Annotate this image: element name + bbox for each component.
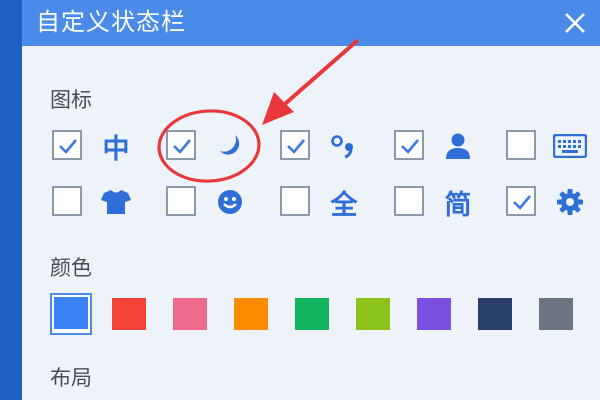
- icon-toggle-punctuation[interactable]: [280, 128, 390, 164]
- keyboard-icon: [550, 128, 590, 164]
- close-icon[interactable]: [560, 8, 590, 38]
- icon-toggle-skin[interactable]: [52, 184, 162, 220]
- icon-toggle-simplified[interactable]: 简: [394, 184, 504, 221]
- color-swatch-pink[interactable]: [173, 298, 207, 330]
- color-swatch-lime[interactable]: [356, 298, 390, 330]
- dialog-title: 自定义状态栏: [36, 8, 186, 36]
- smiley-icon: [210, 184, 250, 220]
- section-label-colors: 颜色: [50, 256, 92, 280]
- icon-toggle-full-width[interactable]: 全: [280, 184, 390, 221]
- chinese-mode-icon: 中: [102, 133, 130, 165]
- icon-toggle-emoji[interactable]: [166, 184, 276, 220]
- icon-toggle-settings[interactable]: [506, 184, 600, 220]
- punctuation-icon: [324, 128, 364, 164]
- user-icon: [438, 128, 478, 164]
- color-swatch-blue[interactable]: [54, 297, 88, 329]
- annotation-arrow-head: [262, 92, 294, 125]
- color-swatch-gray[interactable]: [539, 298, 573, 330]
- checkbox[interactable]: [280, 186, 310, 216]
- section-label-layout: 布局: [50, 366, 92, 390]
- section-label-icons: 图标: [50, 88, 92, 112]
- customize-status-bar-dialog: 自定义状态栏 图标 中 全 简 颜色 布局: [22, 0, 600, 400]
- gear-icon: [550, 184, 590, 220]
- checkbox[interactable]: [506, 186, 536, 216]
- icon-toggle-chinese-mode[interactable]: 中: [52, 128, 162, 165]
- color-swatch-navy[interactable]: [478, 298, 512, 330]
- color-swatch-orange[interactable]: [234, 298, 268, 330]
- checkbox[interactable]: [166, 186, 196, 216]
- color-swatch-red[interactable]: [112, 298, 146, 330]
- color-swatch-green[interactable]: [295, 298, 329, 330]
- checkbox[interactable]: [166, 130, 196, 160]
- annotation-arrow-line: [276, 38, 360, 112]
- checkbox[interactable]: [52, 130, 82, 160]
- moon-icon: [210, 128, 250, 164]
- icon-toggle-user[interactable]: [394, 128, 504, 164]
- tshirt-icon: [96, 184, 136, 220]
- full-width-icon: 全: [330, 189, 358, 221]
- simplified-icon: 简: [444, 189, 472, 221]
- color-swatch-purple[interactable]: [417, 298, 451, 330]
- icon-toggle-moon[interactable]: [166, 128, 276, 164]
- checkbox[interactable]: [506, 130, 536, 160]
- checkbox[interactable]: [394, 130, 424, 160]
- checkbox[interactable]: [52, 186, 82, 216]
- checkbox[interactable]: [280, 130, 310, 160]
- checkbox[interactable]: [394, 186, 424, 216]
- title-bar[interactable]: 自定义状态栏: [22, 0, 600, 46]
- icon-toggle-keyboard[interactable]: [506, 128, 600, 164]
